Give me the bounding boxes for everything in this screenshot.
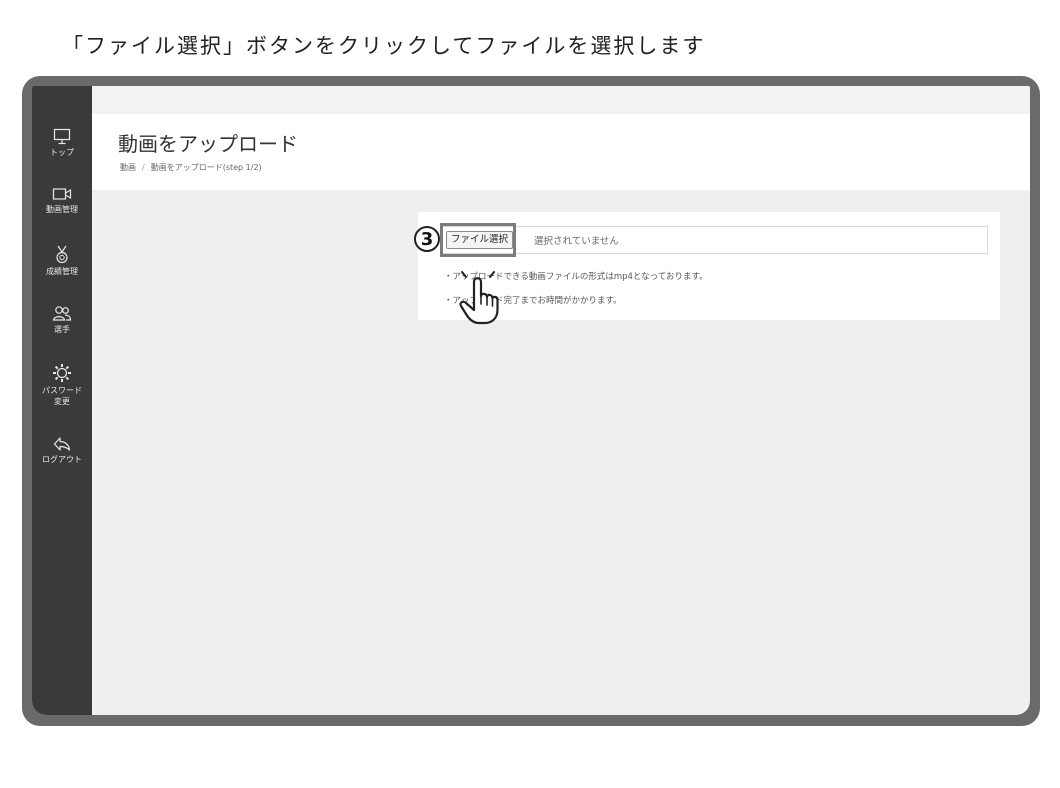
sidebar-item-label: トップ bbox=[50, 148, 74, 157]
device-frame: トップ 動画管理 成績管理 選手 パスワード 変更 ログアウト 動画をアップロー… bbox=[22, 76, 1040, 726]
breadcrumb-separator: / bbox=[142, 163, 145, 172]
breadcrumb-link-video[interactable]: 動画 bbox=[120, 163, 136, 172]
sidebar: トップ 動画管理 成績管理 選手 パスワード 変更 ログアウト bbox=[32, 86, 92, 715]
sidebar-item-video[interactable]: 動画管理 bbox=[32, 187, 92, 215]
step-number-badge: 3 bbox=[414, 226, 440, 252]
video-camera-icon bbox=[52, 188, 72, 200]
medal-icon bbox=[56, 245, 68, 264]
sidebar-item-label: パスワード 変更 bbox=[42, 386, 82, 406]
breadcrumb-current: 動画をアップロード(step 1/2) bbox=[150, 163, 262, 172]
users-icon bbox=[52, 306, 72, 321]
sidebar-item-players[interactable]: 選手 bbox=[32, 305, 92, 335]
logout-icon bbox=[53, 437, 71, 451]
sidebar-item-password[interactable]: パスワード 変更 bbox=[32, 363, 92, 407]
monitor-icon bbox=[53, 128, 71, 145]
highlight-box bbox=[440, 223, 516, 257]
sidebar-item-label: 選手 bbox=[54, 325, 70, 334]
page-title: 動画をアップロード bbox=[118, 132, 298, 156]
sidebar-item-label: 動画管理 bbox=[46, 205, 78, 214]
file-input[interactable]: ファイル選択 選択されていません bbox=[440, 226, 988, 254]
breadcrumb: 動画 / 動画をアップロード(step 1/2) bbox=[120, 162, 262, 173]
sidebar-item-results[interactable]: 成績管理 bbox=[32, 245, 92, 277]
sidebar-item-logout[interactable]: ログアウト bbox=[32, 436, 92, 465]
hand-pointer-icon bbox=[459, 271, 499, 325]
sidebar-item-label: ログアウト bbox=[42, 455, 82, 464]
app-screen: トップ 動画管理 成績管理 選手 パスワード 変更 ログアウト 動画をアップロー… bbox=[32, 86, 1030, 715]
page-header: 動画をアップロード 動画 / 動画をアップロード(step 1/2) bbox=[92, 114, 1030, 190]
sidebar-item-label: 成績管理 bbox=[46, 267, 78, 276]
top-bar bbox=[92, 86, 1030, 114]
file-status-text: 選択されていません bbox=[534, 236, 619, 247]
instruction-caption: 「ファイル選択」ボタンをクリックしてファイルを選択します bbox=[62, 34, 706, 58]
gear-icon bbox=[53, 364, 71, 382]
sidebar-item-top[interactable]: トップ bbox=[32, 128, 92, 158]
